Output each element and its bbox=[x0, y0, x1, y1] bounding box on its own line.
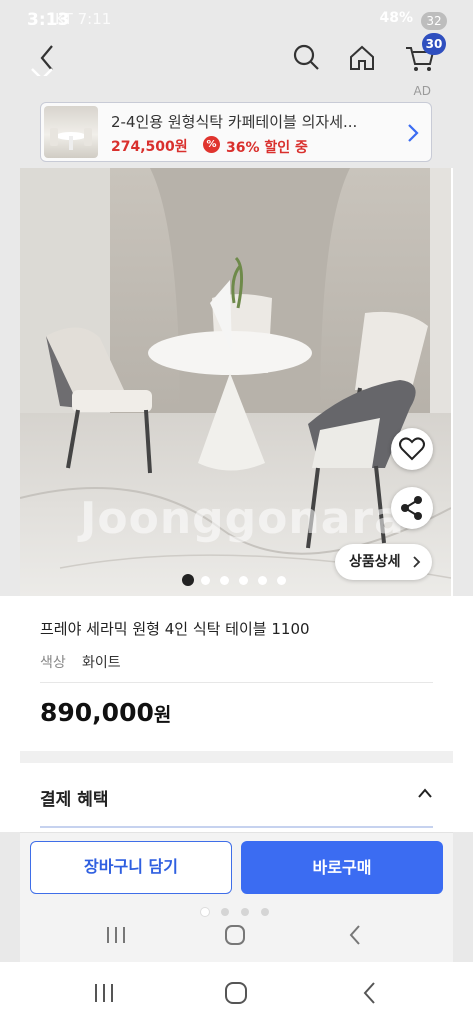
bottom-action-bar: 장바구니 담기 바로구매 bbox=[20, 832, 453, 904]
notification-badge: 32 bbox=[421, 12, 447, 30]
image-pagination bbox=[182, 574, 292, 586]
status-bar: 3:13 KT 7:11 48% 32 bbox=[0, 0, 473, 40]
side-margin-right-bottom bbox=[453, 832, 473, 962]
battery-level: 48% bbox=[379, 10, 413, 26]
ad-price: 274,500원 bbox=[111, 139, 188, 155]
side-margin-left-bottom bbox=[0, 832, 20, 962]
chevron-right-icon bbox=[413, 556, 421, 568]
system-back-icon[interactable] bbox=[342, 922, 370, 948]
side-margin-right bbox=[453, 168, 473, 596]
chevron-up-icon[interactable] bbox=[417, 787, 433, 799]
watermark: Joonggonara bbox=[80, 493, 405, 544]
system-back-icon[interactable] bbox=[356, 980, 384, 1006]
product-info: 프레야 세라믹 원형 4인 식탁 테이블 1100 색상 화이트 890,000… bbox=[20, 596, 453, 751]
pagination-dot[interactable] bbox=[239, 576, 248, 585]
pagination-dot[interactable] bbox=[201, 576, 210, 585]
share-button[interactable] bbox=[391, 487, 433, 529]
ad-thumbnail bbox=[44, 106, 98, 158]
top-nav bbox=[0, 40, 473, 76]
ad-area: AD 2-4인용 원형식탁 카페테이블 의자세... 274,500원 % 36… bbox=[0, 76, 473, 168]
payment-benefit-section[interactable]: 결제 혜택 bbox=[20, 763, 453, 843]
divider bbox=[40, 682, 433, 683]
pagination-dot[interactable] bbox=[277, 576, 286, 585]
ad-label: AD bbox=[413, 84, 431, 98]
inner-navigation-bar bbox=[20, 904, 453, 962]
product-detail-label: 상품상세 bbox=[349, 554, 401, 570]
heart-icon bbox=[399, 437, 425, 461]
pagination-dot[interactable] bbox=[258, 576, 267, 585]
benefit-card-edge bbox=[40, 826, 433, 828]
chevron-right-icon bbox=[408, 124, 419, 142]
option-label: 색상 bbox=[40, 655, 66, 671]
home-icon[interactable] bbox=[344, 40, 380, 76]
pagination-dot[interactable] bbox=[220, 576, 229, 585]
product-image[interactable]: Joonggonara bbox=[20, 168, 451, 596]
pagination-dot[interactable] bbox=[182, 574, 194, 586]
side-margin-left bbox=[0, 168, 20, 596]
buy-now-button[interactable]: 바로구매 bbox=[241, 841, 443, 894]
ad-discount: 36% 할인 중 bbox=[226, 140, 308, 156]
product-detail-button[interactable]: 상품상세 bbox=[335, 544, 432, 580]
search-icon[interactable] bbox=[288, 40, 324, 76]
price-unit: 원 bbox=[153, 704, 172, 726]
screen-pager bbox=[201, 908, 281, 918]
home-circle-icon[interactable] bbox=[222, 980, 250, 1006]
recents-icon[interactable] bbox=[90, 980, 118, 1006]
discount-icon: % bbox=[203, 136, 220, 153]
benefit-title: 결제 혜택 bbox=[40, 790, 109, 810]
recents-icon[interactable] bbox=[102, 922, 130, 948]
section-gap bbox=[20, 751, 453, 763]
ad-title: 2-4인용 원형식탁 카페테이블 의자세... bbox=[111, 113, 358, 131]
status-carrier: KT 7:11 bbox=[55, 10, 112, 28]
add-to-cart-button[interactable]: 장바구니 담기 bbox=[30, 841, 232, 894]
price-amount: 890,000 bbox=[40, 698, 154, 727]
like-button[interactable] bbox=[391, 428, 433, 470]
share-icon bbox=[401, 496, 422, 520]
cart-count-badge: 30 bbox=[422, 33, 446, 55]
ad-banner[interactable]: 2-4인용 원형식탁 카페테이블 의자세... 274,500원 % 36% 할… bbox=[40, 102, 432, 162]
product-price: 890,000원 bbox=[40, 698, 171, 727]
home-circle-icon[interactable] bbox=[221, 922, 249, 948]
option-value: 화이트 bbox=[82, 655, 121, 671]
product-title: 프레야 세라믹 원형 4인 식탁 테이블 1100 bbox=[40, 620, 310, 638]
system-navigation-bar bbox=[0, 962, 473, 1024]
